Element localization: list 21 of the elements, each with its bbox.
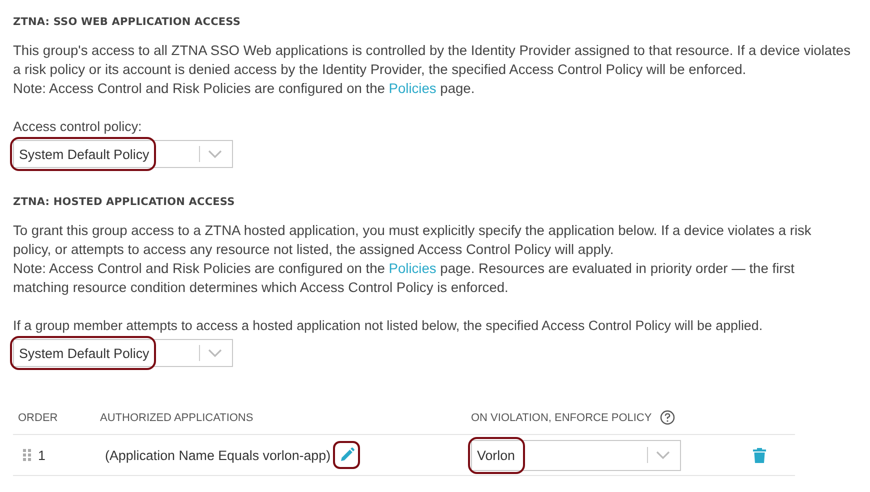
description-text: This group's access to all ZTNA SSO Web applications is controlled by the Identity Provider assigned to that resource. If a device violates a risk policy or its account is denied access by the Identity Provider, the specified Access Control Policy will be enforced. bbox=[13, 42, 852, 79]
help-icon[interactable] bbox=[660, 410, 675, 425]
chevron-down-icon bbox=[208, 150, 222, 158]
section-heading: ZTNA: HOSTED APPLICATION ACCESS bbox=[13, 196, 236, 208]
field-label: Access control policy: bbox=[13, 118, 143, 136]
column-header: ORDER bbox=[17, 412, 59, 424]
note-text: Note: Access Control and Risk Policies are configured on the Policies page. Resources are evaluated in priority order — the first matching resource condition determines which Access Control Policy is enforced. bbox=[13, 260, 796, 297]
section-heading: ZTNA: SSO WEB APPLICATION ACCESS bbox=[13, 16, 242, 28]
chevron-down-icon bbox=[208, 348, 222, 358]
chevron-down-icon bbox=[656, 450, 670, 460]
drag-handle-icon[interactable] bbox=[23, 449, 31, 461]
note-text: Note: Access Control and Risk Policies are configured on the Policies page. bbox=[13, 80, 476, 98]
delete-icon[interactable] bbox=[751, 446, 768, 464]
field-label: If a group member attempts to access a hosted application not listed below, the specified Access Control Policy will be applied. bbox=[13, 317, 764, 335]
order-number: 1 bbox=[38, 448, 46, 462]
application-condition: (Application Name Equals vorlon-app) bbox=[105, 448, 331, 462]
column-header: ON VIOLATION, ENFORCE POLICY bbox=[471, 410, 751, 425]
description-text: To grant this group access to a ZTNA hosted application, you must explicitly specify the application below. If a device violates a risk policy, or attempts to access any resource not listed, the assigned Access Control Policy will apply. bbox=[13, 222, 812, 259]
policy-select[interactable]: System Default Policy bbox=[13, 339, 233, 367]
policy-select[interactable]: System Default Policy bbox=[13, 140, 233, 168]
column-header: AUTHORIZED APPLICATIONS bbox=[100, 412, 254, 424]
